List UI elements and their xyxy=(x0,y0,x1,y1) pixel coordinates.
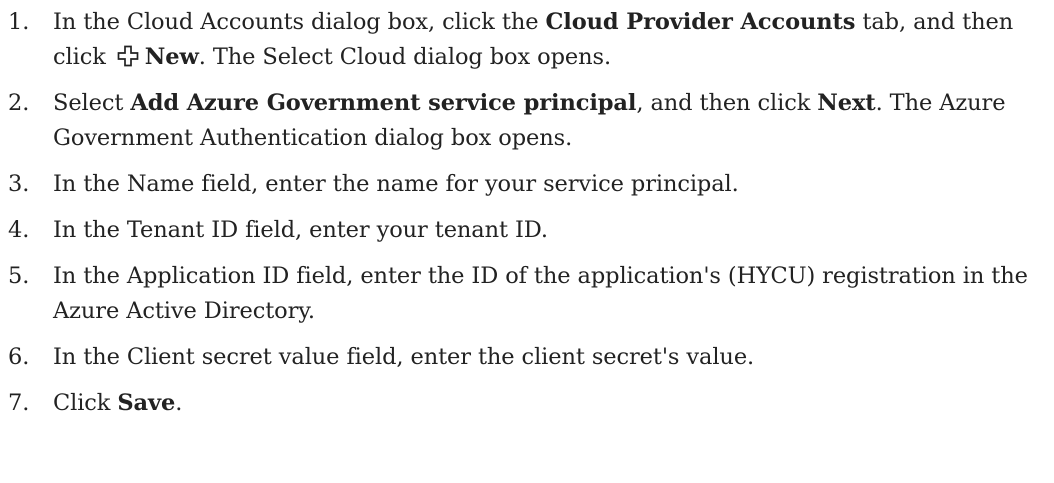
step-text: In the Cloud Accounts dialog box, click … xyxy=(53,9,546,35)
save-button-ref: Save xyxy=(117,390,176,416)
step-number: 5. xyxy=(8,263,30,289)
step-number: 3. xyxy=(8,171,30,197)
step-number: 6. xyxy=(8,344,30,370)
add-azure-government-option-ref: Add Azure Government service principal xyxy=(130,90,637,116)
step-number: 2. xyxy=(8,90,30,116)
step-text: Click xyxy=(53,390,118,416)
step-2: 2. Select Add Azure Government service p… xyxy=(0,86,1054,156)
step-1: 1. In the Cloud Accounts dialog box, cli… xyxy=(0,5,1054,75)
step-text: In the Application ID field, enter the I… xyxy=(53,263,1028,324)
plus-outline-icon xyxy=(117,45,139,67)
step-4: 4. In the Tenant ID field, enter your te… xyxy=(0,213,1054,248)
step-6: 6. In the Client secret value field, ent… xyxy=(0,340,1054,375)
step-text: In the Tenant ID field, enter your tenan… xyxy=(53,217,548,243)
step-text: , and then click xyxy=(636,90,818,116)
step-number: 7. xyxy=(8,390,30,416)
step-number: 1. xyxy=(8,9,30,35)
step-number: 4. xyxy=(8,217,30,243)
step-text: Select xyxy=(53,90,131,116)
new-button-ref: New xyxy=(144,44,199,70)
step-text: . The Select Cloud dialog box opens. xyxy=(198,44,612,70)
step-text: . xyxy=(175,390,183,416)
step-5: 5. In the Application ID field, enter th… xyxy=(0,259,1054,329)
step-text: In the Client secret value field, enter … xyxy=(53,344,755,370)
step-7: 7. Click Save. xyxy=(0,386,1054,421)
step-text: In the Name field, enter the name for yo… xyxy=(53,171,739,197)
next-button-ref: Next xyxy=(817,90,876,116)
step-3: 3. In the Name field, enter the name for… xyxy=(0,167,1054,202)
cloud-provider-accounts-tab-ref: Cloud Provider Accounts xyxy=(545,9,856,35)
procedure-steps: 1. In the Cloud Accounts dialog box, cli… xyxy=(0,5,1054,432)
